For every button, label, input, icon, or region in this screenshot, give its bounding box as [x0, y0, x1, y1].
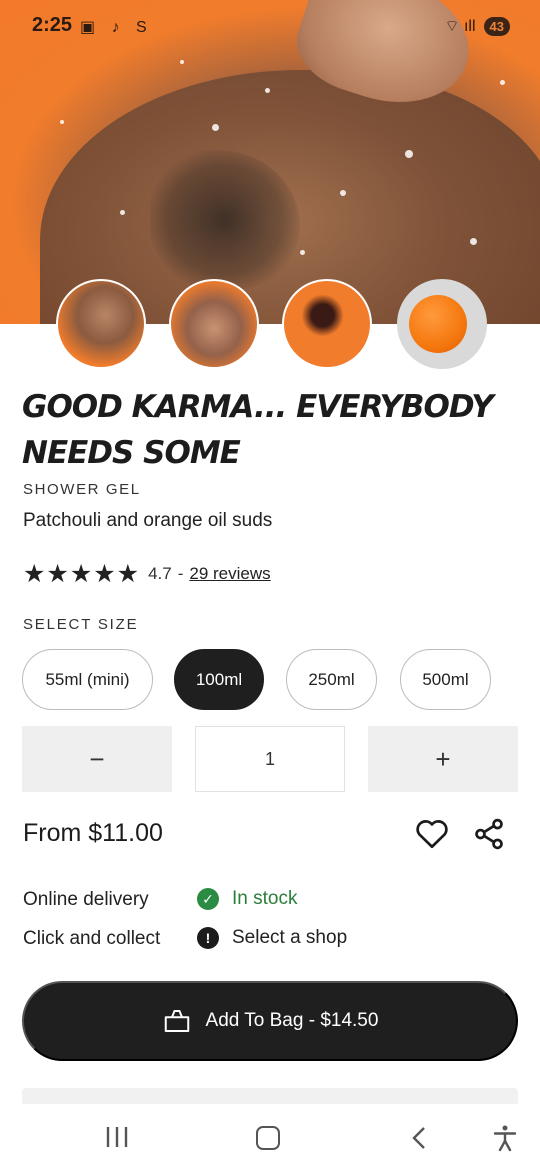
water-drop — [265, 88, 270, 93]
water-drop — [120, 210, 125, 215]
notification-icons: ▣ ♪ S — [80, 19, 153, 36]
rating-score: 4.7 — [148, 564, 172, 583]
click-collect-status[interactable]: ! Select a shop — [197, 927, 347, 949]
increase-quantity-button[interactable]: + — [368, 726, 518, 792]
water-drop — [300, 250, 305, 255]
size-option-500ml[interactable]: 500ml — [400, 649, 491, 710]
thumbnail-1[interactable] — [56, 279, 146, 369]
shopping-bag-icon — [164, 1010, 189, 1032]
orange-gel-swatch — [409, 295, 467, 353]
home-icon[interactable] — [256, 1126, 280, 1150]
recent-apps-icon[interactable] — [104, 1126, 130, 1148]
size-options: 55ml (mini) 100ml 250ml 500ml — [22, 649, 522, 711]
signal-icon: ⌔ ıll — [444, 18, 476, 35]
thumbnail-2[interactable] — [169, 279, 259, 369]
product-category: SHOWER GEL — [23, 481, 141, 498]
product-rating: ★★★★★ 4.7 - 29 reviews — [23, 559, 271, 589]
thumbnail-4[interactable] — [397, 279, 487, 369]
size-option-250ml[interactable]: 250ml — [286, 649, 377, 710]
quantity-value[interactable]: 1 — [195, 726, 345, 792]
reviews-link[interactable]: 29 reviews — [189, 564, 270, 584]
image-thumbnails — [56, 279, 496, 371]
back-icon[interactable] — [408, 1126, 430, 1150]
select-shop-text[interactable]: Select a shop — [232, 927, 347, 949]
add-to-bag-label: Add To Bag - $14.50 — [205, 1010, 379, 1031]
product-price: From $11.00 — [23, 819, 163, 847]
click-collect-label: Click and collect — [23, 928, 161, 949]
water-drop — [180, 60, 184, 64]
thumbnail-3[interactable] — [282, 279, 372, 369]
quantity-stepper: − 1 + — [22, 726, 518, 792]
water-drop — [340, 190, 346, 196]
add-to-bag-button[interactable]: Add To Bag - $14.50 — [22, 981, 518, 1061]
product-subtitle: Patchouli and orange oil suds — [23, 510, 273, 531]
water-drop — [470, 238, 477, 245]
share-icon[interactable] — [472, 817, 506, 851]
water-drop — [60, 120, 64, 124]
product-title: Good Karma... Everybody Needs Some — [22, 389, 494, 471]
water-drop — [500, 80, 505, 85]
next-section-edge — [22, 1088, 518, 1104]
in-stock-text: In stock — [232, 888, 298, 909]
heart-icon[interactable] — [414, 816, 450, 852]
size-option-100ml-selected[interactable]: 100ml — [174, 649, 264, 710]
accessibility-icon[interactable] — [492, 1124, 518, 1152]
water-drop — [212, 124, 219, 131]
status-time: 2:25 — [32, 14, 73, 36]
star-rating-icon: ★★★★★ — [23, 560, 141, 588]
size-option-55ml[interactable]: 55ml (mini) — [22, 649, 153, 710]
status-right: ⌔ ıll 43 — [444, 16, 510, 36]
online-delivery-status: ✓ In stock — [197, 888, 297, 910]
system-nav-bar — [0, 1104, 540, 1170]
select-size-label: SELECT SIZE — [23, 616, 139, 633]
decrease-quantity-button[interactable]: − — [22, 726, 172, 792]
rating-separator: - — [177, 564, 184, 583]
status-bar: 2:25 ▣ ♪ S ⌔ ıll 43 — [0, 0, 540, 56]
battery-icon: 43 — [483, 16, 510, 36]
alert-circle-icon: ! — [197, 927, 219, 949]
water-drop — [405, 150, 413, 158]
online-delivery-label: Online delivery — [23, 889, 149, 910]
check-circle-icon: ✓ — [197, 888, 219, 910]
